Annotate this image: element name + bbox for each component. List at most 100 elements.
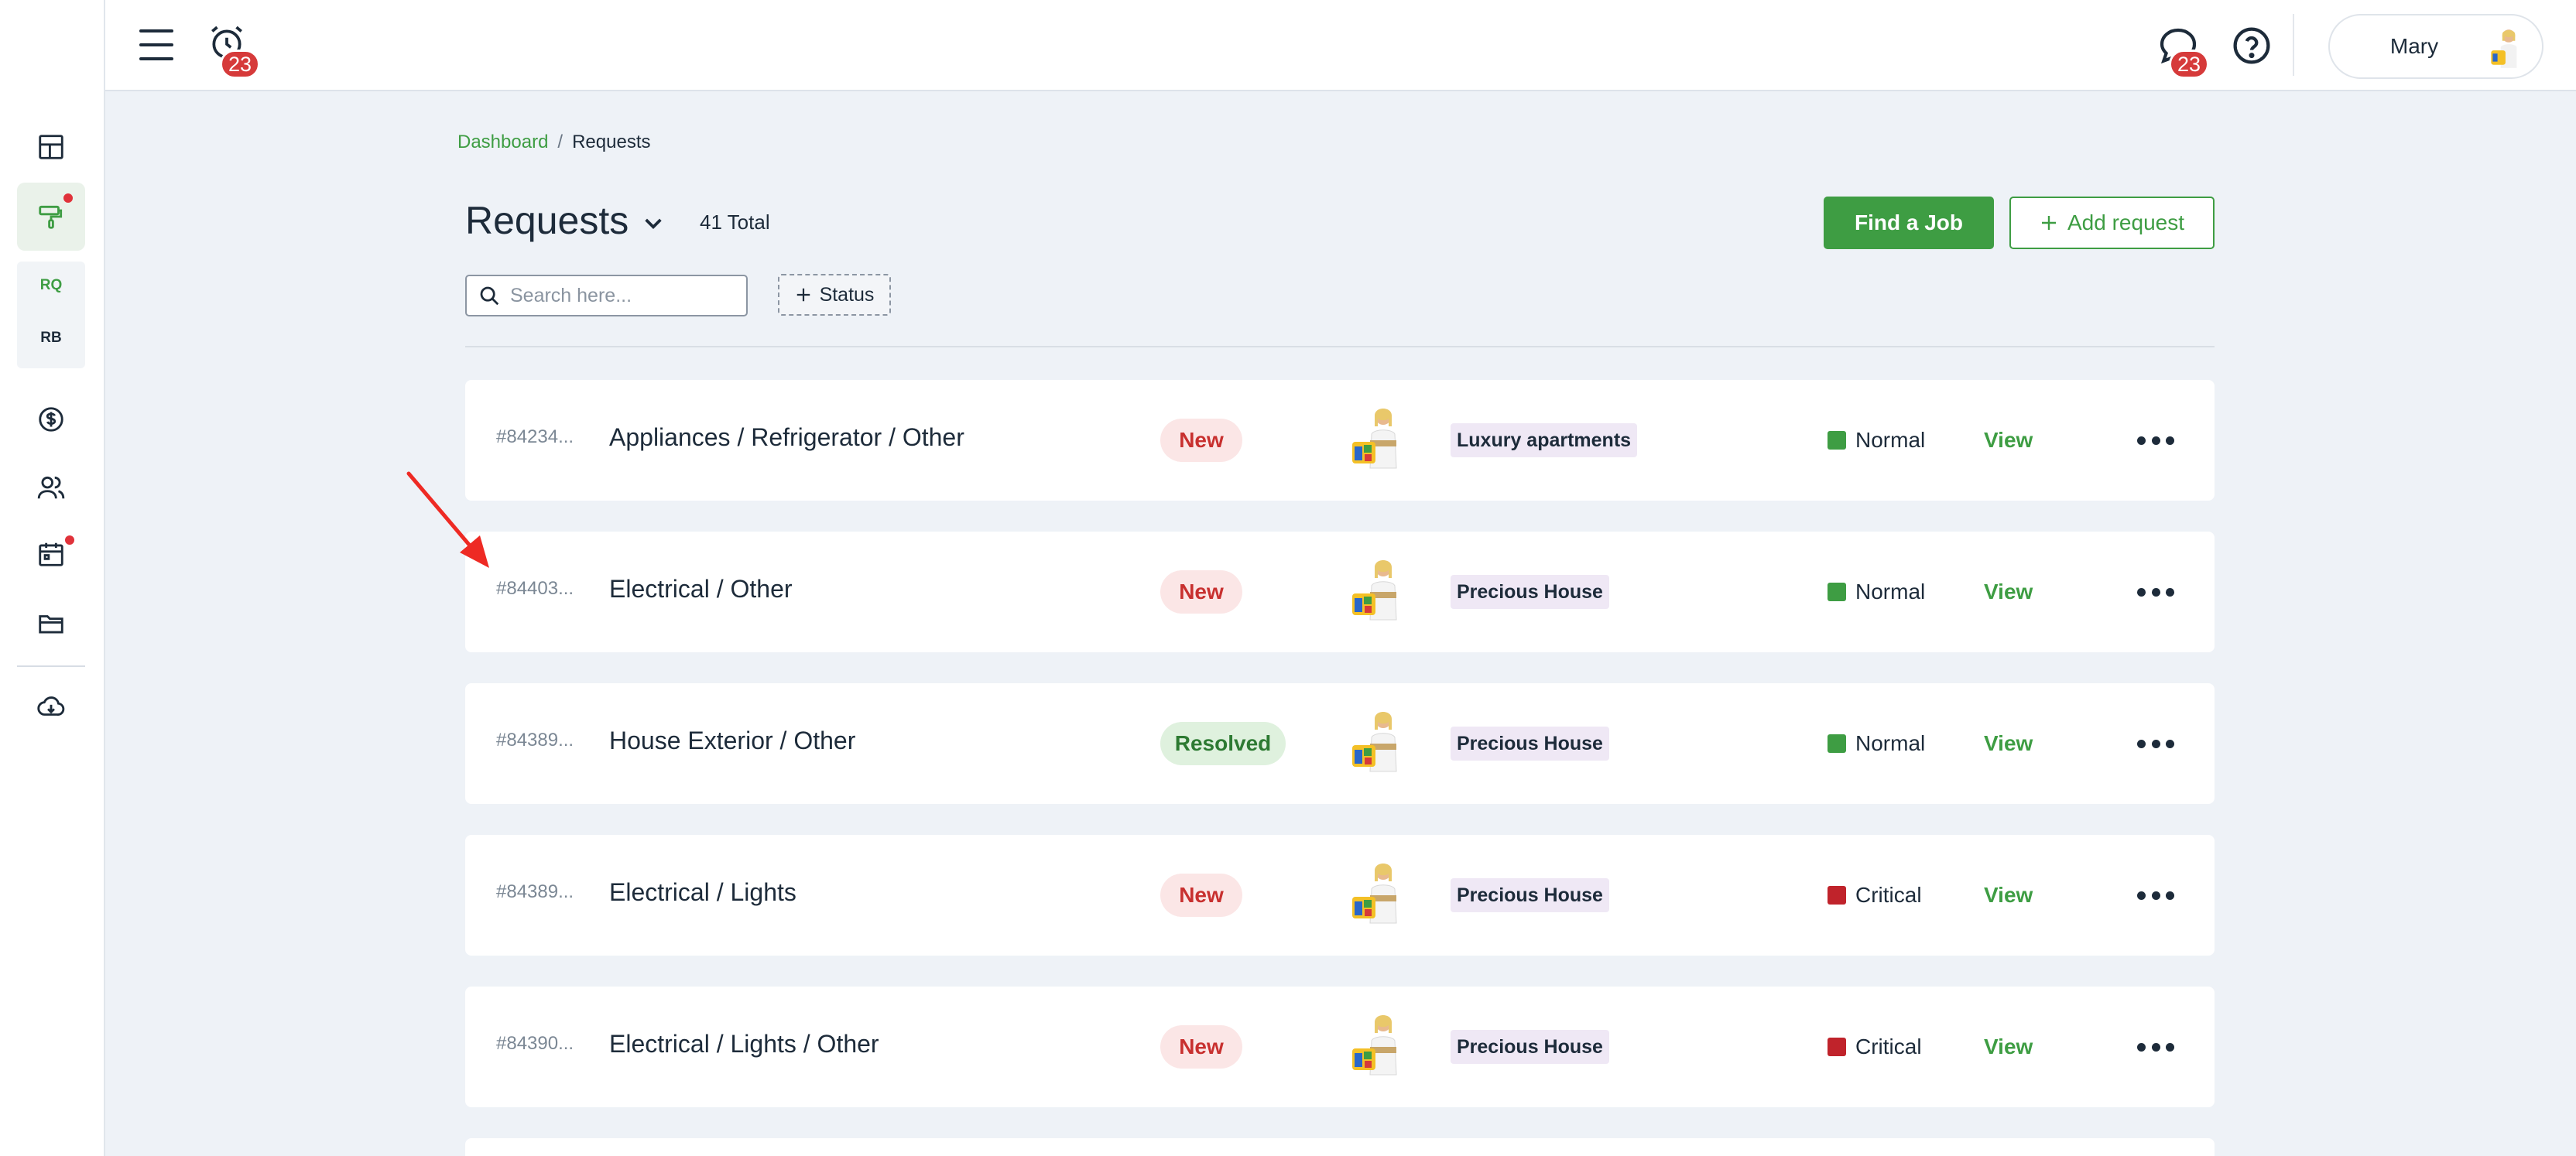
more-options-icon[interactable] [2137, 886, 2174, 905]
sidebar: RQ RB [0, 0, 105, 1156]
breadcrumb-dashboard-link[interactable]: Dashboard [457, 132, 548, 152]
status-badge: New [1160, 1025, 1242, 1069]
menu-icon[interactable] [139, 29, 173, 60]
priority-label: Critical [1855, 883, 1922, 907]
request-title[interactable]: Electrical / Other [609, 575, 793, 604]
priority-indicator [1828, 886, 1846, 905]
header-divider [2293, 14, 2294, 76]
avatar [2483, 23, 2531, 71]
total-count: 41 Total [700, 210, 770, 234]
request-title[interactable]: House Exterior / Other [609, 727, 855, 755]
users-icon [37, 476, 65, 499]
assignee-avatar [1346, 858, 1414, 932]
property-tag: Precious House [1451, 1030, 1609, 1064]
user-menu[interactable]: Mary [2328, 14, 2543, 79]
page-title[interactable]: Requests [465, 198, 629, 243]
cloud-download-icon [37, 696, 65, 716]
request-id: #84389... [496, 730, 574, 751]
dollar-icon [39, 407, 63, 432]
sidebar-item-dashboard[interactable] [17, 113, 85, 181]
request-title[interactable]: Appliances / Refrigerator / Other [609, 423, 964, 452]
priority-label: Normal [1855, 428, 1926, 452]
dashboard-grid-icon [39, 135, 63, 159]
property-tag: Precious House [1451, 727, 1609, 761]
request-id: #84403... [496, 578, 574, 599]
view-link[interactable]: View [1984, 883, 2033, 908]
sidebar-item-rb[interactable]: RB [17, 330, 85, 347]
paint-roller-icon [39, 205, 63, 229]
user-name: Mary [2389, 34, 2439, 58]
plus-icon [796, 288, 810, 302]
sidebar-item-contacts[interactable] [17, 453, 85, 522]
request-title[interactable]: Electrical / Lights / Other [609, 1030, 879, 1059]
search-field[interactable] [465, 275, 748, 316]
more-options-icon[interactable] [2137, 583, 2174, 601]
breadcrumb: Dashboard / Requests [457, 132, 650, 153]
sidebar-item-calendar[interactable] [17, 520, 85, 588]
annotation-arrow-icon [406, 471, 489, 568]
top-bar: 23 23 Mary [105, 0, 2576, 91]
section-divider [465, 346, 2215, 347]
table-row[interactable]: #84390... Electrical / Lights / Other Ne… [465, 987, 2215, 1107]
table-row[interactable]: #84403... Electrical / Other New Preciou… [465, 532, 2215, 652]
notification-dot [65, 535, 74, 545]
table-row[interactable]: #84389... House Exterior / Other Resolve… [465, 683, 2215, 804]
request-id: #84389... [496, 881, 574, 902]
status-badge: New [1160, 570, 1242, 614]
sidebar-divider [17, 665, 85, 667]
more-options-icon[interactable] [2137, 1038, 2174, 1056]
sidebar-submenu: RQ RB [17, 262, 85, 368]
chevron-down-icon[interactable] [641, 210, 666, 235]
view-link[interactable]: View [1984, 428, 2033, 453]
search-input[interactable] [510, 284, 735, 307]
sidebar-item-rq[interactable]: RQ [17, 277, 85, 294]
sidebar-item-download[interactable] [17, 673, 85, 741]
more-options-icon[interactable] [2137, 431, 2174, 450]
assignee-avatar [1346, 403, 1414, 477]
sidebar-item-files[interactable] [17, 590, 85, 658]
plus-icon [2042, 216, 2056, 230]
priority-indicator [1828, 431, 1846, 450]
request-title[interactable]: Electrical / Lights [609, 878, 796, 907]
status-badge: New [1160, 874, 1242, 917]
sidebar-item-requests[interactable] [17, 183, 85, 251]
assignee-avatar [1346, 555, 1414, 629]
breadcrumb-current: Requests [572, 132, 651, 152]
search-icon [480, 286, 499, 306]
table-row[interactable] [465, 1138, 2215, 1156]
view-link[interactable]: View [1984, 580, 2033, 604]
status-filter-button[interactable]: Status [778, 274, 891, 316]
view-link[interactable]: View [1984, 731, 2033, 756]
priority-indicator [1828, 583, 1846, 601]
add-request-label: Add request [2067, 210, 2184, 234]
property-tag: Precious House [1451, 878, 1609, 912]
add-request-button[interactable]: Add request [2009, 197, 2215, 249]
priority-indicator [1828, 734, 1846, 753]
sidebar-item-payments[interactable] [17, 385, 85, 453]
request-id: #84390... [496, 1033, 574, 1054]
request-id: #84234... [496, 426, 574, 447]
status-filter-label: Status [819, 283, 875, 306]
alerts-count-badge: 23 [220, 50, 260, 79]
help-icon[interactable] [2231, 25, 2273, 67]
status-badge: New [1160, 419, 1242, 462]
view-link[interactable]: View [1984, 1035, 2033, 1059]
table-row[interactable]: #84234... Appliances / Refrigerator / Ot… [465, 380, 2215, 501]
folder-icon [39, 615, 63, 634]
assignee-avatar [1346, 1010, 1414, 1084]
priority-indicator [1828, 1038, 1846, 1056]
table-row[interactable]: #84389... Electrical / Lights New Precio… [465, 835, 2215, 956]
calendar-icon [39, 542, 63, 566]
messages-count-badge: 23 [2169, 50, 2209, 79]
breadcrumb-separator: / [557, 132, 564, 152]
more-options-icon[interactable] [2137, 734, 2174, 753]
status-badge: Resolved [1160, 722, 1286, 765]
priority-label: Critical [1855, 1035, 1922, 1059]
notification-dot [63, 193, 73, 203]
assignee-avatar [1346, 706, 1414, 781]
property-tag: Precious House [1451, 575, 1609, 609]
find-a-job-button[interactable]: Find a Job [1824, 197, 1994, 249]
property-tag: Luxury apartments [1451, 423, 1638, 457]
priority-label: Normal [1855, 731, 1926, 755]
priority-label: Normal [1855, 580, 1926, 604]
